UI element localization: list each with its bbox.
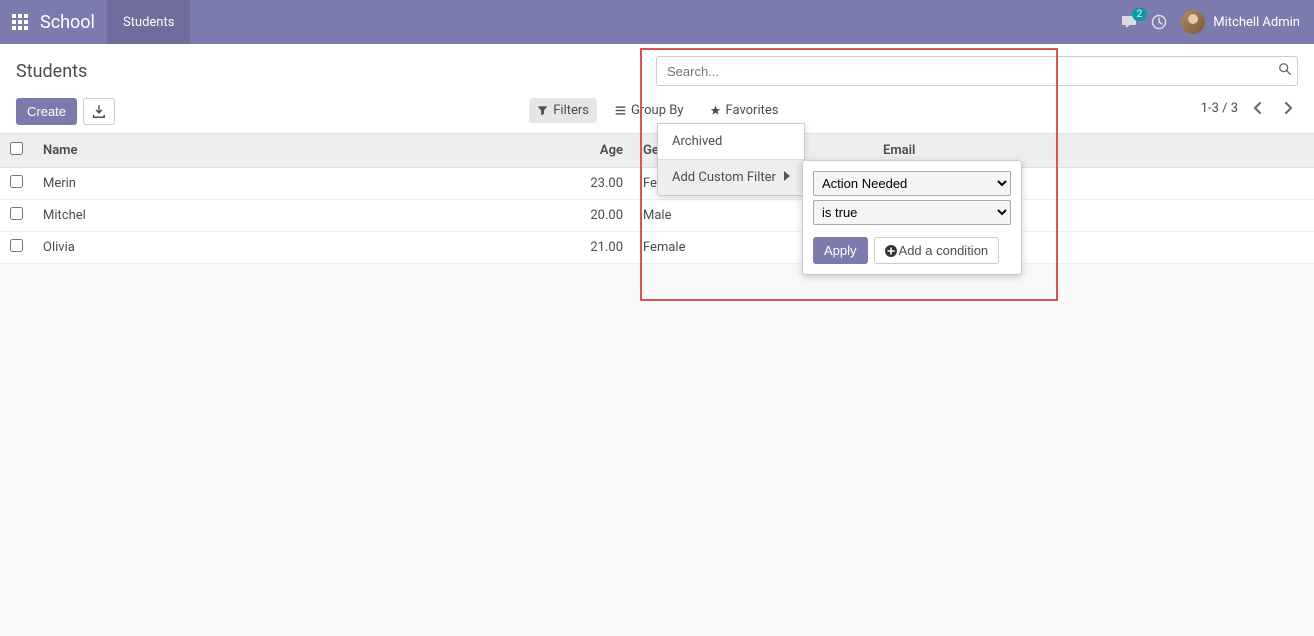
filter-add-custom-label: Add Custom Filter xyxy=(672,170,776,185)
plus-icon xyxy=(885,245,897,257)
filter-dropdown: Archived Add Custom Filter xyxy=(657,123,805,196)
header-checkbox-cell xyxy=(0,134,33,168)
pager-prev[interactable] xyxy=(1248,98,1268,118)
pager-text: 1-3 / 3 xyxy=(1201,101,1238,116)
row-checkbox[interactable] xyxy=(10,175,23,188)
cell-name: Mitchel xyxy=(33,200,553,232)
navbar-right: 2 Mitchell Admin xyxy=(1121,0,1314,44)
cell-name: Merin xyxy=(33,168,553,200)
table-row[interactable]: Olivia 21.00 Female xyxy=(0,232,1314,264)
favorites-toggle[interactable]: Favorites xyxy=(702,98,787,123)
select-all-checkbox[interactable] xyxy=(10,142,23,155)
search-wrap xyxy=(656,56,1298,86)
caret-right-icon xyxy=(784,170,790,185)
cell-name: Olivia xyxy=(33,232,553,264)
apps-icon[interactable] xyxy=(0,0,40,44)
cell-age: 20.00 xyxy=(553,200,633,232)
custom-filter-panel: Action Needed is true Apply Add a condit… xyxy=(802,160,1022,275)
create-button[interactable]: Create xyxy=(16,98,77,125)
messages-icon[interactable]: 2 xyxy=(1121,14,1137,30)
row-checkbox[interactable] xyxy=(10,239,23,252)
avatar xyxy=(1181,10,1205,34)
row-checkbox[interactable] xyxy=(10,207,23,220)
search-input[interactable] xyxy=(656,56,1298,86)
activities-icon[interactable] xyxy=(1151,14,1167,30)
custom-filter-buttons: Apply Add a condition xyxy=(813,237,1011,264)
cell-age: 21.00 xyxy=(553,232,633,264)
favorites-label: Favorites xyxy=(726,103,779,118)
brand-title[interactable]: School xyxy=(40,0,107,44)
groupby-toggle[interactable]: Group By xyxy=(607,98,692,123)
header-name[interactable]: Name xyxy=(33,134,553,168)
groupby-label: Group By xyxy=(631,103,684,118)
pager-next[interactable] xyxy=(1278,98,1298,118)
navbar-left: School Students xyxy=(0,0,190,44)
filters-toggle[interactable]: Filters xyxy=(529,98,597,123)
username-label: Mitchell Admin xyxy=(1213,15,1300,30)
filter-add-custom[interactable]: Add Custom Filter xyxy=(658,160,804,195)
add-condition-label: Add a condition xyxy=(899,243,989,258)
header-age[interactable]: Age xyxy=(553,134,633,168)
control-panel: Students Create Filters Group By xyxy=(0,44,1314,134)
table-row[interactable]: Mitchel 20.00 Male xyxy=(0,200,1314,232)
import-button[interactable] xyxy=(83,98,115,125)
apply-button[interactable]: Apply xyxy=(813,237,868,264)
cell-age: 23.00 xyxy=(553,168,633,200)
nav-menu-students[interactable]: Students xyxy=(107,0,191,44)
filter-archived[interactable]: Archived xyxy=(658,124,804,159)
pager: 1-3 / 3 xyxy=(1201,98,1298,118)
add-condition-button[interactable]: Add a condition xyxy=(874,237,1000,264)
page-title: Students xyxy=(16,61,87,82)
user-menu[interactable]: Mitchell Admin xyxy=(1181,10,1300,34)
cp-buttons: Create xyxy=(16,98,115,125)
filter-field-select[interactable]: Action Needed xyxy=(813,171,1011,196)
messages-badge: 2 xyxy=(1132,8,1148,21)
filter-operator-select[interactable]: is true xyxy=(813,200,1011,225)
main-navbar: School Students 2 Mitchell Admin xyxy=(0,0,1314,44)
filters-label: Filters xyxy=(553,103,589,118)
search-icon[interactable] xyxy=(1278,62,1292,80)
search-options: Filters Group By Favorites xyxy=(529,98,786,123)
